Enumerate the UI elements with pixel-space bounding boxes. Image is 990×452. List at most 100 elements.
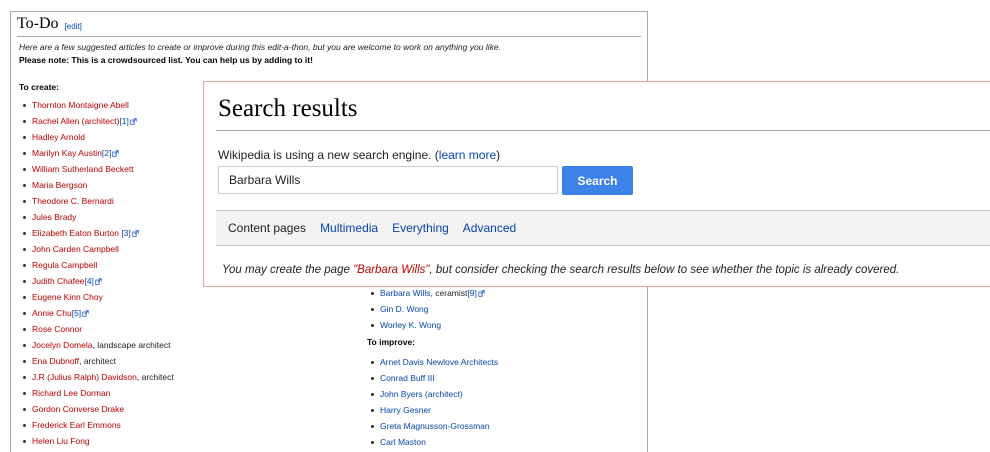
article-link[interactable]: Annie Chu [32,308,72,318]
article-link[interactable]: John Byers (architect) [380,389,463,399]
article-link[interactable]: Jules Brady [32,212,76,222]
improve-list: Arnet Davis Newlove Architects Conrad Buf… [369,354,498,450]
bullet-icon [23,375,26,379]
todo-intro: Here are a few suggested articles to cre… [19,42,501,52]
list-item: Helen Liu Fong [21,433,174,449]
create-text: You may create the page [222,264,354,276]
article-link[interactable]: Rachel Allen (architect) [32,116,119,126]
tab-everything[interactable]: Everything [392,221,449,235]
list-item: Elizabeth Eaton Burton [3] [21,225,174,241]
article-link[interactable]: Harry Gesner [380,405,431,415]
external-link-icon [478,290,485,297]
list-item: William Sutherland Beckett [21,161,174,177]
article-description: , architect [79,356,116,366]
article-link[interactable]: J.R (Julius Ralph) Davidson [32,372,137,382]
list-item: Regula Campbell [21,257,174,273]
list-item: Marilyn Kay Austin[2] [21,145,174,161]
reference-link[interactable]: [2] [102,148,111,158]
bullet-icon [23,327,26,331]
list-item: Frederick Earl Emmons [21,417,174,433]
list-item: Ena Dubnoff, architect [21,353,174,369]
article-link[interactable]: Arnet Davis Newlove Architects [380,357,498,367]
todo-header: To-Do [edit] [17,12,641,37]
article-link[interactable]: Greta Magnusson-Grossman [380,421,490,431]
article-link[interactable]: William Sutherland Beckett [32,164,134,174]
learn-more-link[interactable]: learn more [439,148,496,162]
bullet-icon [371,408,374,412]
list-item: Barbara Wills, ceramist[9] [369,285,485,301]
article-link[interactable]: Carl Maston [380,437,426,447]
article-link[interactable]: Gordon Converse Drake [32,404,124,414]
list-item: John Byers (architect) [369,386,498,402]
search-engine-notice: Wikipedia is using a new search engine. … [218,148,500,162]
article-link[interactable]: Helen Liu Fong [32,436,90,446]
notice-text: Wikipedia is using a new search engine. … [218,148,439,162]
article-description: , landscape architect [92,340,171,350]
bullet-icon [23,343,26,347]
article-link[interactable]: Thornton Montaigne Abell [32,100,129,110]
create-page-suggestion: You may create the page "Barbara Wills",… [222,264,899,276]
reference-link[interactable]: [3] [119,228,130,238]
tab-multimedia[interactable]: Multimedia [320,221,378,235]
bullet-icon [23,295,26,299]
list-item: John Carden Campbell [21,241,174,257]
reference-link[interactable]: [5] [72,308,81,318]
article-link[interactable]: John Carden Campbell [32,244,119,254]
article-link[interactable]: Frederick Earl Emmons [32,420,121,430]
article-link[interactable]: Maria Bergson [32,180,87,190]
bullet-icon [371,440,374,444]
notice-text-end: ) [496,148,501,162]
article-link[interactable]: Ena Dubnoff [32,356,79,366]
reference-link[interactable]: [9] [467,288,476,298]
bullet-icon [23,231,26,235]
bullet-icon [23,423,26,427]
search-profile-tabs: Content pages Multimedia Everything Adva… [216,210,990,246]
search-input[interactable] [218,166,558,194]
improve-heading: To improve: [367,337,416,347]
article-link[interactable]: Hadley Arnold [32,132,85,142]
todo-edit-link[interactable]: [edit] [65,22,82,31]
list-item: Worley K. Wong [369,317,485,333]
list-item: Thornton Montaigne Abell [21,97,174,113]
article-link[interactable]: Worley K. Wong [380,320,441,330]
bullet-icon [23,407,26,411]
create-heading: To create: [19,82,59,92]
article-description: , architect [136,372,174,382]
bullet-icon [371,376,374,380]
create-page-link[interactable]: "Barbara Wills" [353,264,429,276]
article-link[interactable]: Barbara Wills [380,288,431,298]
bullet-icon [23,103,26,107]
tab-content-pages[interactable]: Content pages [228,221,306,235]
title-divider [216,130,990,131]
bullet-icon [23,279,26,283]
list-item: Arnet Davis Newlove Architects [369,354,498,370]
article-link[interactable]: Conrad Buff III [380,373,435,383]
article-link[interactable]: Judith Chafee [32,276,84,286]
bullet-icon [23,311,26,315]
external-link-icon [130,118,137,125]
list-item: Harry Gesner [369,402,498,418]
bullet-icon [23,151,26,155]
list-item: Gin D. Wong [369,301,485,317]
article-link[interactable]: Theodore C. Bernardi [32,196,114,206]
article-link[interactable]: Richard Lee Dorman [32,388,110,398]
article-link[interactable]: Regula Campbell [32,260,97,270]
bullet-icon [23,439,26,443]
article-link[interactable]: Jocelyn Domela [32,340,92,350]
bullet-icon [371,392,374,396]
tab-advanced[interactable]: Advanced [463,221,516,235]
article-description: , ceramist [430,288,468,298]
article-link[interactable]: Rose Connor [32,324,82,334]
bullet-icon [23,183,26,187]
article-link[interactable]: Gin D. Wong [380,304,429,314]
search-button[interactable]: Search [562,166,633,195]
list-item: Theodore C. Bernardi [21,193,174,209]
reference-link[interactable]: [4] [84,276,93,286]
article-link[interactable]: Elizabeth Eaton Burton [32,228,119,238]
reference-link[interactable]: [1] [119,116,128,126]
bullet-icon [371,291,374,295]
article-link[interactable]: Eugene Kinn Choy [32,292,103,302]
bullet-icon [23,167,26,171]
external-link-icon [95,278,102,285]
article-link[interactable]: Marilyn Kay Austin [32,148,102,158]
